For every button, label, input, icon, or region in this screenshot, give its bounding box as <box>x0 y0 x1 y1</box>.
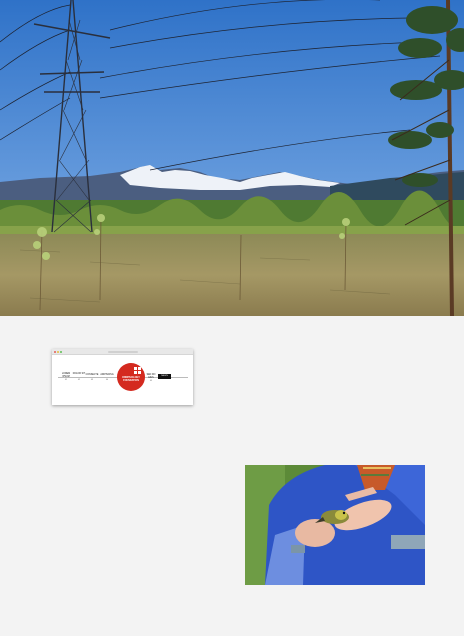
menu-item-2: DOLOR SIT <box>72 373 86 375</box>
window-maximize-dot <box>60 350 62 353</box>
browser-titlebar <box>52 349 193 355</box>
menu-num-2: 02 <box>77 379 81 381</box>
browser-address-bar <box>108 350 138 353</box>
browser-mockup-thumbnail: LOREM IPSUM 01 DOLOR SIT 02 CONSECTE 03 … <box>52 349 193 405</box>
hero-landscape-image <box>0 0 464 316</box>
window-minimize-dot <box>57 350 59 353</box>
news-button-label: NEWS <box>161 375 168 377</box>
window-close-dot <box>54 350 56 353</box>
logo-text: ORNITHOLOGY FOUNDATION <box>122 376 140 382</box>
menu-item-5: SED DO EIUS <box>146 374 156 379</box>
bird-photo-illustration <box>245 465 425 585</box>
bird-in-hands-photo <box>245 465 425 585</box>
menu-item-4: ADIPISCING <box>100 374 114 376</box>
menu-num-4: 04 <box>105 379 109 381</box>
menu-item-3: CONSECTE <box>85 374 99 376</box>
menu-num-5: 05 <box>149 380 153 382</box>
menu-item-1: LOREM IPSUM <box>61 373 71 378</box>
news-button: NEWS <box>158 374 171 379</box>
landscape-illustration <box>0 0 464 316</box>
menu-num-3: 03 <box>90 379 94 381</box>
menu-num-1: 01 <box>64 379 68 381</box>
